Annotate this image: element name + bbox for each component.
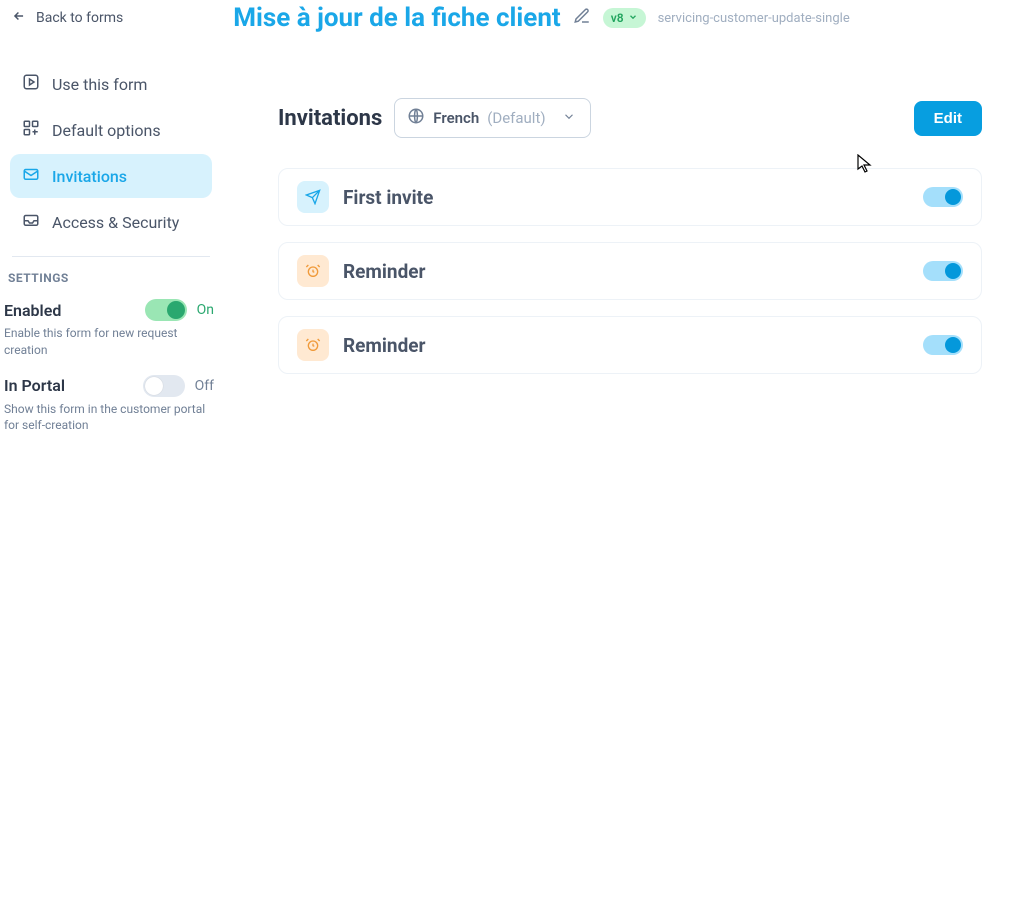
options-icon	[22, 119, 40, 141]
chevron-down-icon	[562, 109, 576, 128]
paper-plane-icon	[297, 181, 329, 213]
invitation-row-first-invite[interactable]: First invite	[278, 168, 982, 226]
edit-button[interactable]: Edit	[914, 101, 982, 136]
invitation-title: Reminder	[343, 334, 426, 357]
invitation-title: First invite	[343, 186, 433, 209]
setting-enabled-desc: Enable this form for new request creatio…	[4, 325, 214, 359]
play-square-icon	[22, 73, 40, 95]
sidebar-item-label: Invitations	[52, 167, 127, 186]
sidebar-item-label: Access & Security	[52, 213, 179, 232]
alarm-clock-icon	[297, 255, 329, 287]
setting-in-portal-desc: Show this form in the customer portal fo…	[4, 401, 214, 435]
settings-header: SETTINGS	[8, 271, 218, 285]
setting-enabled-row: Enabled On	[4, 299, 214, 321]
setting-enabled-label: Enabled	[4, 301, 61, 320]
language-name: French	[433, 109, 479, 127]
page-title: Mise à jour de la fiche client	[233, 3, 560, 33]
setting-in-portal-toggle[interactable]	[143, 375, 185, 397]
language-default: (Default)	[487, 109, 545, 127]
sidebar-item-label: Use this form	[52, 75, 147, 94]
header-bar: Back to forms Mise à jour de la fiche cl…	[0, 0, 1014, 36]
sidebar: Use this form Default options Invitation…	[0, 36, 222, 924]
section-title: Invitations	[278, 106, 382, 131]
invitation-title: Reminder	[343, 260, 426, 283]
pencil-icon	[573, 7, 591, 29]
main-content: Invitations French (Default) Edit Fir	[222, 36, 1014, 924]
setting-enabled-toggle[interactable]	[145, 299, 187, 321]
setting-enabled-status: On	[197, 302, 214, 318]
arrow-left-icon	[12, 9, 26, 27]
version-badge[interactable]: v8	[603, 8, 646, 28]
version-text: v8	[611, 11, 624, 25]
main-header: Invitations French (Default) Edit	[278, 98, 982, 138]
invitation-toggle-reminder-2[interactable]	[923, 335, 963, 355]
invitation-row-reminder-1[interactable]: Reminder	[278, 242, 982, 300]
sidebar-item-access-security[interactable]: Access & Security	[10, 200, 212, 244]
language-select[interactable]: French (Default)	[394, 98, 590, 138]
invitations-list: First invite Reminder Reminder	[278, 168, 982, 374]
edit-title-button[interactable]	[573, 7, 591, 29]
setting-in-portal-status: Off	[195, 378, 214, 394]
sidebar-item-invitations[interactable]: Invitations	[10, 154, 212, 198]
sidebar-divider	[12, 256, 210, 257]
back-label: Back to forms	[36, 10, 123, 26]
sidebar-item-default-options[interactable]: Default options	[10, 108, 212, 152]
inbox-icon	[22, 211, 40, 233]
form-slug: servicing-customer-update-single	[658, 11, 850, 26]
invitation-row-reminder-2[interactable]: Reminder	[278, 316, 982, 374]
setting-in-portal-label: In Portal	[4, 376, 65, 395]
invitation-toggle-first-invite[interactable]	[923, 187, 963, 207]
alarm-clock-icon	[297, 329, 329, 361]
sidebar-item-use-this-form[interactable]: Use this form	[10, 62, 212, 106]
globe-icon	[407, 107, 425, 129]
back-to-forms-link[interactable]: Back to forms	[12, 9, 123, 27]
sidebar-item-label: Default options	[52, 121, 161, 140]
envelope-icon	[22, 165, 40, 187]
invitation-toggle-reminder-1[interactable]	[923, 261, 963, 281]
chevron-down-icon	[628, 11, 638, 25]
setting-in-portal-row: In Portal Off	[4, 375, 214, 397]
